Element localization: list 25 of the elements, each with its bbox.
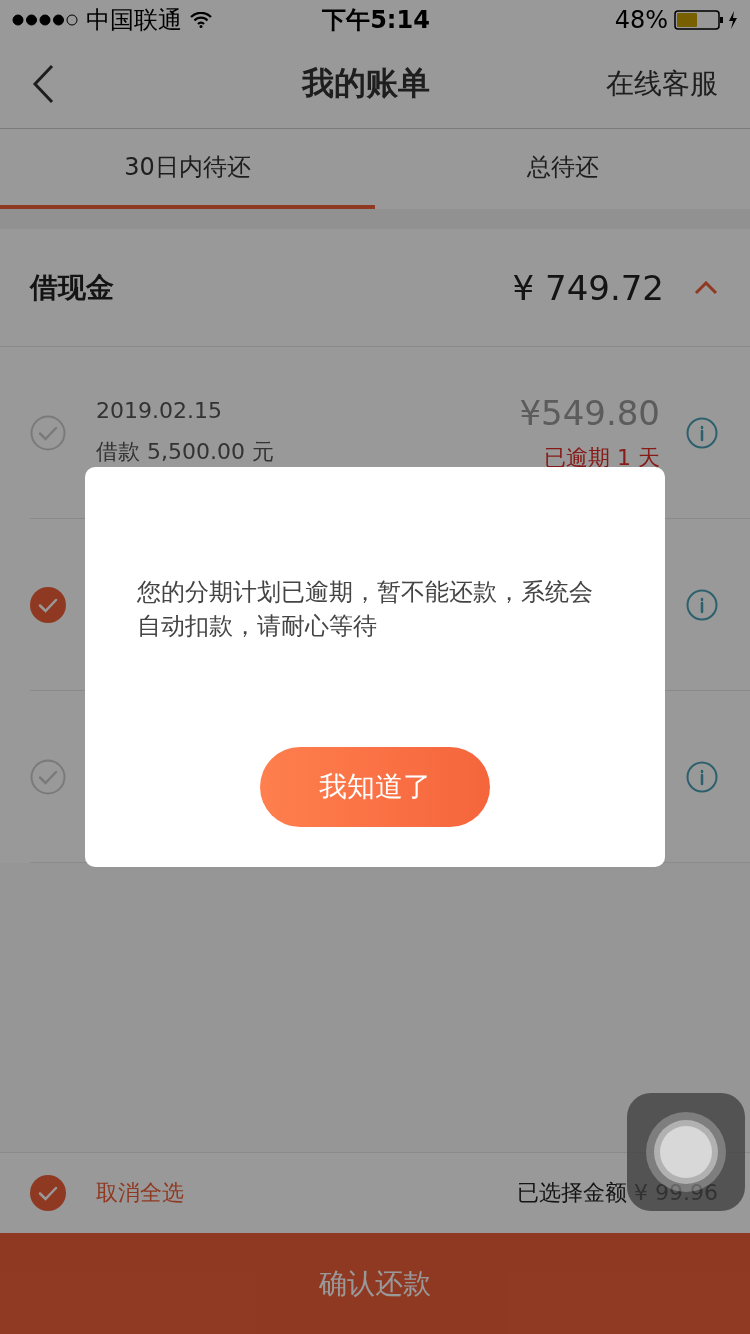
info-icon[interactable] — [686, 416, 718, 449]
page-title: 我的账单 — [300, 63, 431, 104]
unchecked-circle-icon[interactable] — [30, 758, 66, 795]
signal-icon — [12, 14, 78, 26]
status-time: 下午5:14 — [322, 5, 430, 36]
loan-amount: 借款 5,500.00 元 — [96, 438, 275, 466]
assistive-touch-button[interactable] — [627, 1093, 745, 1211]
info-icon[interactable] — [686, 760, 718, 793]
wifi-icon — [190, 12, 212, 28]
dialog-message: 您的分期计划已逾期，暂不能还款，系统会自动扣款，请耐心等待 — [137, 577, 594, 642]
carrier-name: 中国联通 — [86, 5, 182, 36]
battery-percent: 48% — [614, 6, 668, 34]
checked-circle-icon[interactable] — [30, 1175, 66, 1211]
customer-service-link[interactable]: 在线客服 — [606, 65, 718, 103]
bill-amount: ¥549.80 — [519, 392, 660, 433]
unchecked-circle-icon[interactable] — [30, 414, 66, 451]
checked-circle-icon[interactable] — [30, 586, 66, 623]
back-icon[interactable] — [32, 64, 56, 104]
section-title: 借现金 — [30, 270, 115, 306]
section-total: ¥ 749.72 — [512, 268, 664, 308]
battery-charging-icon — [674, 10, 740, 30]
info-icon[interactable] — [686, 588, 718, 621]
overdue-status: 已逾期 1 天 — [544, 443, 660, 472]
caret-up-icon[interactable] — [694, 281, 718, 295]
bill-date: 2019.02.15 — [96, 398, 223, 423]
